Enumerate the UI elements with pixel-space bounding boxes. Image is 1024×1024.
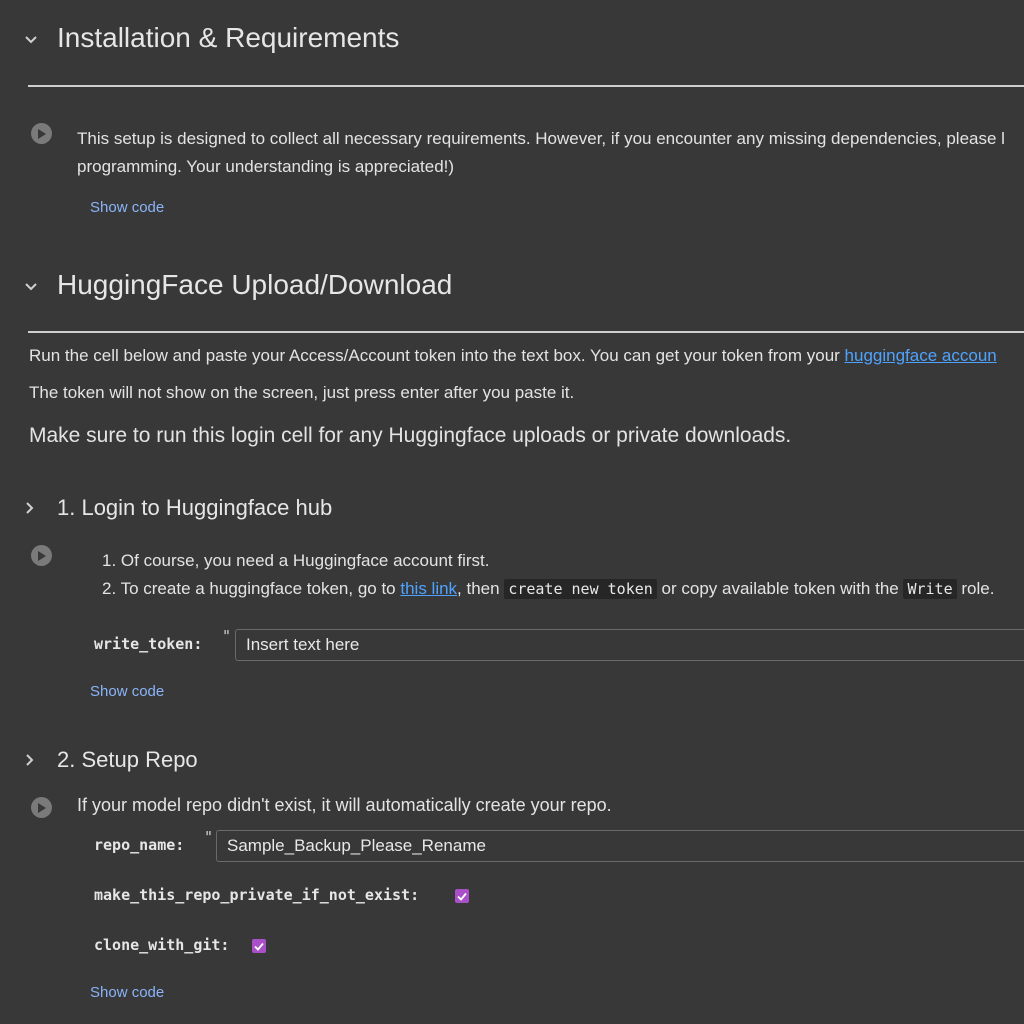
repo-name-input[interactable]	[216, 830, 1024, 862]
section-divider	[28, 331, 1024, 333]
run-cell-button[interactable]	[31, 797, 52, 818]
token-link[interactable]: this link	[400, 579, 457, 598]
install-description-line1: This setup is designed to collect all ne…	[77, 129, 1005, 148]
login-step-2: 2. To create a huggingface token, go to …	[102, 579, 994, 599]
run-cell-button[interactable]	[31, 545, 52, 566]
step2-suffix: role.	[956, 579, 995, 598]
run-cell-button[interactable]	[31, 123, 52, 144]
clone-with-git-label: clone_with_git:	[94, 936, 230, 954]
show-code-link-install[interactable]: Show code	[90, 199, 164, 216]
section-title-huggingface: HuggingFace Upload/Download	[57, 269, 453, 300]
hf-intro-prefix: Run the cell below and paste your Access…	[29, 346, 845, 365]
code-write: Write	[903, 579, 957, 599]
quote-mark: "	[204, 828, 214, 846]
write-token-input[interactable]	[235, 629, 1024, 661]
subsection-title-setup-repo: 2. Setup Repo	[57, 747, 198, 772]
collapse-chevron-down-icon[interactable]	[21, 30, 41, 50]
repo-name-label: repo_name:	[94, 836, 185, 854]
private-repo-label: make_this_repo_private_if_not_exist:	[94, 886, 420, 904]
show-code-link-repo[interactable]: Show code	[90, 984, 164, 1001]
hf-token-note: The token will not show on the screen, j…	[29, 383, 575, 402]
hf-login-reminder: Make sure to run this login cell for any…	[29, 424, 792, 447]
clone-with-git-checkbox[interactable]	[252, 939, 266, 953]
notebook-page: Installation & Requirements This setup i…	[0, 0, 1024, 1024]
repo-description: If your model repo didn't exist, it will…	[77, 795, 612, 815]
login-step-1: 1. Of course, you need a Huggingface acc…	[102, 551, 490, 570]
subsection-title-login: 1. Login to Huggingface hub	[57, 495, 333, 520]
section-divider	[28, 85, 1024, 87]
code-create-new-token: create new token	[504, 579, 657, 599]
step2-mid: , then	[457, 579, 505, 598]
step2-mid2: or copy available token with the	[656, 579, 904, 598]
huggingface-account-link[interactable]: huggingface accoun	[845, 346, 997, 365]
section-title-installation: Installation & Requirements	[57, 22, 400, 53]
private-repo-checkbox[interactable]	[455, 889, 469, 903]
quote-mark: "	[222, 627, 232, 645]
hf-intro-text: Run the cell below and paste your Access…	[29, 346, 997, 366]
expand-chevron-right-icon[interactable]	[20, 498, 40, 518]
step2-prefix: 2. To create a huggingface token, go to	[102, 579, 401, 598]
write-token-label: write_token:	[94, 635, 203, 653]
install-description-line2: programming. Your understanding is appre…	[77, 157, 455, 176]
collapse-chevron-down-icon[interactable]	[21, 277, 41, 297]
show-code-link-login[interactable]: Show code	[90, 683, 164, 700]
expand-chevron-right-icon[interactable]	[20, 750, 40, 770]
